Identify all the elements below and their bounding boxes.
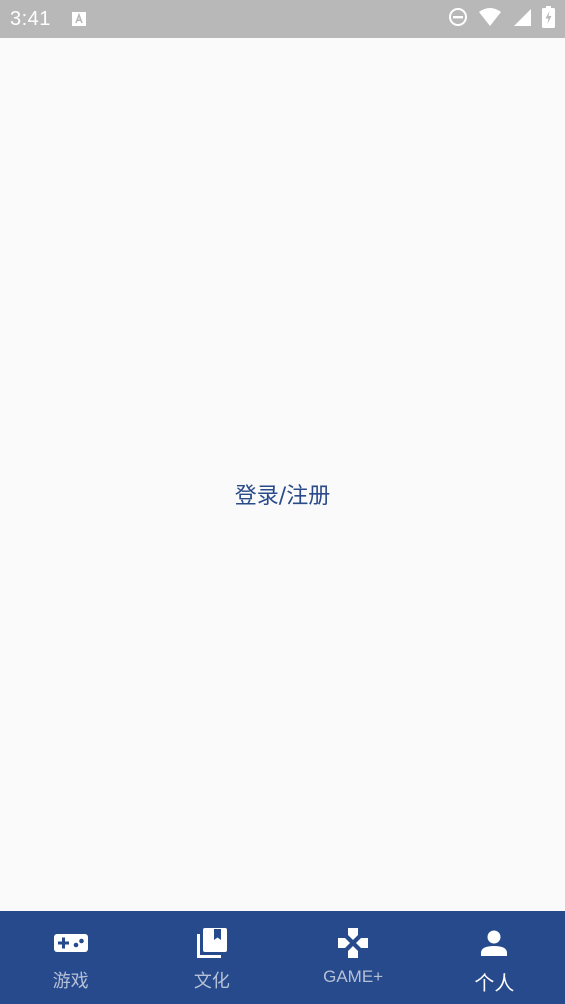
do-not-disturb-icon (448, 7, 468, 31)
person-icon (474, 925, 514, 961)
bottom-nav: 游戏 文化 GAME+ 个人 (0, 911, 565, 1004)
dpad-icon (333, 925, 373, 961)
signal-icon (512, 7, 532, 31)
nav-item-games[interactable]: 游戏 (0, 911, 141, 1004)
nav-label-games: 游戏 (52, 971, 89, 992)
status-time: 3:41 (10, 7, 51, 30)
nav-label-personal: 个人 (474, 971, 515, 995)
library-books-icon (192, 925, 232, 961)
nav-item-personal[interactable]: 个人 (424, 911, 565, 1004)
login-register-link[interactable]: 登录/注册 (235, 478, 330, 510)
nav-label-game-plus: GAME+ (323, 967, 384, 986)
wifi-icon (478, 7, 502, 31)
gamepad-icon (51, 925, 91, 961)
nav-label-culture: 文化 (193, 971, 230, 992)
battery-charging-icon (542, 6, 555, 32)
nav-item-culture[interactable]: 文化 (141, 911, 282, 1004)
status-bar: 3:41 (0, 0, 565, 38)
nav-item-game-plus[interactable]: GAME+ (283, 911, 424, 1004)
status-icons (448, 6, 555, 32)
a-notification-icon (71, 11, 87, 27)
main-content: 登录/注册 (0, 38, 565, 911)
